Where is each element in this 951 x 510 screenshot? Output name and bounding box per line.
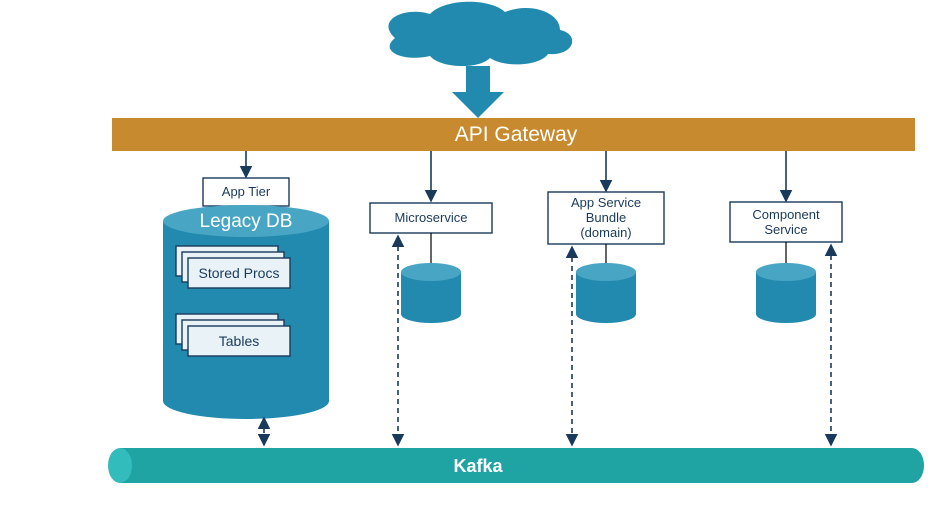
tables-label: Tables	[219, 333, 259, 349]
cloud-to-gateway-arrow	[452, 66, 504, 118]
api-gateway-label: API Gateway	[455, 123, 578, 146]
component-label-1: Component	[752, 207, 820, 222]
interfaces-label: Interfaces	[421, 18, 535, 48]
app-tier-label: App Tier	[222, 184, 271, 199]
microservice-label: Microservice	[395, 210, 468, 225]
component-service-box: Component Service	[730, 202, 842, 242]
kafka-label: Kafka	[453, 456, 503, 476]
kafka-bus: Kafka	[108, 448, 924, 483]
bundle-label-1: App Service	[571, 195, 641, 210]
bundle-db-icon	[576, 263, 636, 323]
micro-db-icon	[401, 263, 461, 323]
api-gateway-bar: API Gateway	[112, 118, 915, 151]
tables-stack: Tables	[176, 314, 290, 356]
interfaces-cloud: Interfaces	[388, 2, 572, 66]
bundle-label-3: (domain)	[580, 225, 631, 240]
microservice-box: Microservice	[370, 203, 492, 233]
app-tier-box: App Tier	[203, 178, 289, 206]
legacy-db-cylinder: Legacy DB Stored Procs Tables	[163, 205, 329, 419]
component-db-icon	[756, 263, 816, 323]
app-service-bundle-box: App Service Bundle (domain)	[548, 192, 664, 244]
bundle-label-2: Bundle	[586, 210, 626, 225]
stored-procs-label: Stored Procs	[199, 265, 280, 281]
stored-procs-stack: Stored Procs	[176, 246, 290, 288]
legacy-db-label: Legacy DB	[200, 211, 293, 232]
component-label-2: Service	[764, 222, 807, 237]
